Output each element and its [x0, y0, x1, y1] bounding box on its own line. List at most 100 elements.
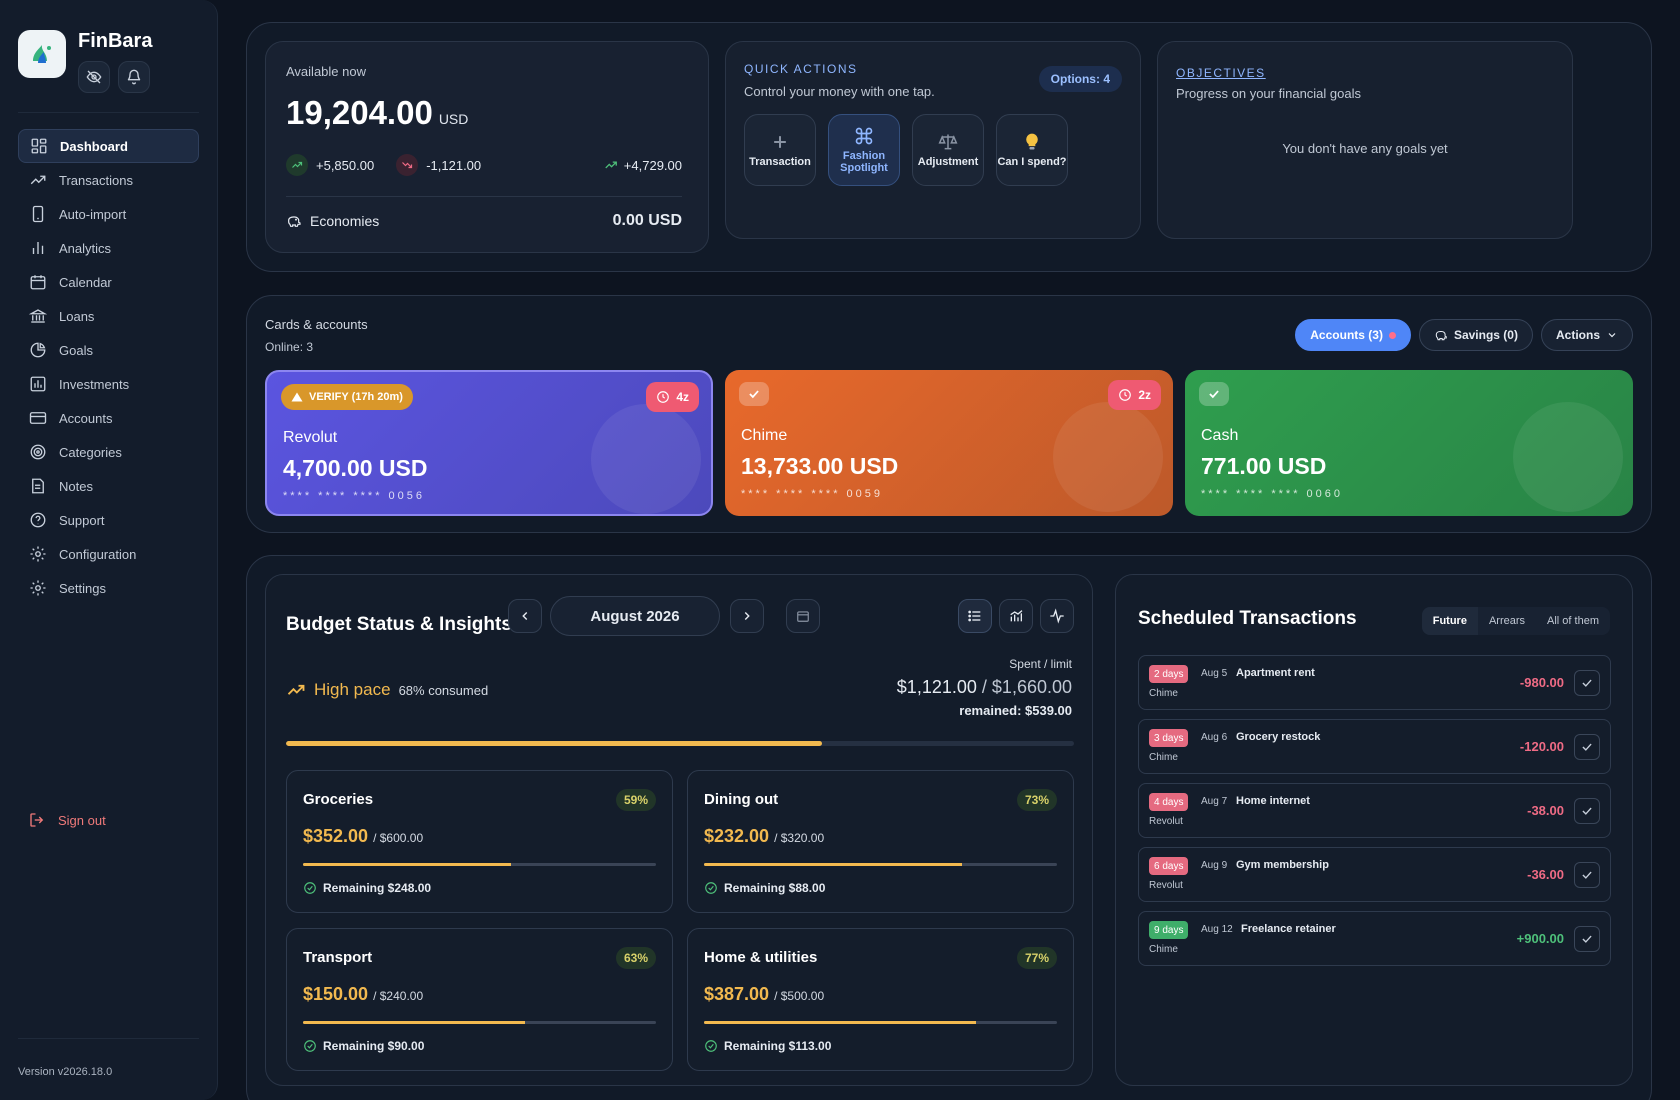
objectives-title[interactable]: OBJECTIVES — [1176, 66, 1266, 80]
tab-future[interactable]: Future — [1421, 607, 1478, 635]
hide-balance-button[interactable] — [78, 61, 110, 93]
tab-savings[interactable]: Savings (0) — [1418, 319, 1533, 351]
month-selector[interactable]: August 2026 — [550, 596, 720, 636]
spent-separator: / — [981, 677, 987, 697]
check-circle-icon — [705, 1040, 717, 1052]
category-progress-bar — [704, 1021, 1057, 1024]
transaction-date: Aug 6 — [1201, 732, 1228, 743]
account-card-cash[interactable]: Cash 771.00 USD **** **** **** 0060 — [1185, 370, 1633, 516]
category-card-home-utilities[interactable]: Home & utilities 77% $387.00 / $500.00 R… — [687, 928, 1074, 1071]
tab-arrears[interactable]: Arrears — [1478, 607, 1536, 635]
notifications-button[interactable] — [118, 61, 150, 93]
verify-badge[interactable]: VERIFY (17h 20m) — [281, 384, 413, 410]
scheduled-transaction-row[interactable]: 4 days Aug 7 Home internet Revolut -38.00 — [1138, 783, 1611, 838]
chevron-right-icon — [744, 612, 750, 620]
sign-out-button[interactable]: Sign out — [28, 811, 106, 829]
quick-actions-subtitle: Control your money with one tap. — [744, 84, 935, 99]
pie-icon — [30, 342, 46, 358]
sidebar-item-accounts[interactable]: Accounts — [18, 401, 199, 435]
tab-all[interactable]: All of them — [1536, 607, 1610, 635]
sidebar-item-analytics[interactable]: Analytics — [18, 231, 199, 265]
sidebar-item-notes[interactable]: Notes — [18, 469, 199, 503]
quick-actions-list: Transaction Fashion Spotlight Adjustment… — [744, 114, 1068, 186]
notes-icon — [32, 478, 44, 494]
help-icon — [30, 512, 46, 528]
analytics-icon — [32, 242, 44, 254]
pending-badge[interactable]: 4z — [646, 382, 699, 412]
sidebar-item-configuration[interactable]: Configuration — [18, 537, 199, 571]
list-view-button[interactable] — [958, 599, 992, 633]
sidebar-item-label: Notes — [59, 478, 93, 494]
sidebar-item-categories[interactable]: Categories — [18, 435, 199, 469]
chart-view-button[interactable] — [999, 599, 1033, 633]
accounts-panel: Cards & accounts Online: 3 Accounts (3) … — [246, 295, 1652, 533]
adjustment-button[interactable]: Adjustment — [912, 114, 984, 186]
sidebar-item-label: Dashboard — [60, 138, 128, 154]
card-icon — [29, 412, 47, 424]
scheduled-transaction-row[interactable]: 9 days Aug 12 Freelance retainer Chime +900.… — [1138, 911, 1611, 966]
sidebar-item-transactions[interactable]: Transactions — [18, 163, 199, 197]
app-logo[interactable] — [18, 30, 66, 78]
scale-icon — [938, 134, 958, 150]
category-amount: $150.00 / $240.00 — [303, 984, 423, 1005]
list-icon — [968, 610, 981, 622]
accounts-title: Cards & accounts — [265, 317, 368, 332]
next-month-button[interactable] — [730, 599, 764, 633]
due-badge: 2 days — [1149, 665, 1189, 683]
sidebar-item-label: Investments — [59, 376, 130, 392]
transaction-amount: -120.00 — [1519, 739, 1564, 754]
account-card-chime[interactable]: 2z Chime 13,733.00 USD **** **** **** 00… — [725, 370, 1173, 516]
sidebar-item-settings[interactable]: Settings — [18, 571, 199, 605]
scheduled-transaction-row[interactable]: 3 days Aug 6 Grocery restock Chime -120.00 — [1138, 719, 1611, 774]
check-icon — [1582, 679, 1592, 687]
transaction-account: Revolut — [1149, 816, 1183, 827]
confirm-transaction-button[interactable] — [1574, 926, 1600, 952]
category-card-dining-out[interactable]: Dining out 73% $232.00 / $320.00 Remaini… — [687, 770, 1074, 913]
tab-label: Savings (0) — [1453, 328, 1518, 342]
economies-row[interactable]: Economies 0.00 USD — [286, 212, 682, 230]
sidebar-item-support[interactable]: Support — [18, 503, 199, 537]
balance-card: Available now 19,204.00 USD +5,850.00 -1,… — [265, 41, 709, 253]
remaining-label: Remaining $248.00 — [323, 881, 432, 895]
sidebar-item-loans[interactable]: Loans — [18, 299, 199, 333]
can-i-spend-button[interactable]: Can I spend? — [996, 114, 1068, 186]
brand-name: FinBara — [78, 30, 153, 52]
account-card-revolut[interactable]: VERIFY (17h 20m) 4z Revolut 4,700.00 USD… — [265, 370, 713, 516]
sidebar-item-auto-import[interactable]: Auto-import — [18, 197, 199, 231]
account-name: Revolut — [283, 429, 338, 446]
sidebar-item-calendar[interactable]: Calendar — [18, 265, 199, 299]
confirm-transaction-button[interactable] — [1574, 670, 1600, 696]
account-balance: 13,733.00 USD — [741, 453, 899, 479]
dropdown-label: Actions — [1555, 328, 1600, 342]
actions-dropdown[interactable]: Actions — [1540, 319, 1633, 351]
category-card-transport[interactable]: Transport 63% $150.00 / $240.00 Remainin… — [286, 928, 673, 1071]
pending-badge[interactable]: 2z — [1108, 380, 1161, 410]
scheduled-transaction-row[interactable]: 6 days Aug 9 Gym membership Revolut -36.00 — [1138, 847, 1611, 902]
pending-label: 2z — [1138, 388, 1151, 402]
confirm-transaction-button[interactable] — [1574, 734, 1600, 760]
category-card-groceries[interactable]: Groceries 59% $352.00 / $600.00 Remainin… — [286, 770, 673, 913]
transaction-date: Aug 9 — [1201, 860, 1228, 871]
confirm-transaction-button[interactable] — [1574, 862, 1600, 888]
transaction-description: Home internet — [1236, 795, 1310, 807]
confirm-transaction-button[interactable] — [1574, 798, 1600, 824]
action-label: Adjustment — [917, 156, 979, 168]
pick-date-button[interactable] — [786, 599, 820, 633]
sidebar-item-investments[interactable]: Investments — [18, 367, 199, 401]
economies-label: Economies — [310, 213, 380, 229]
economies-value: 0.00 USD — [612, 212, 682, 229]
pulse-view-button[interactable] — [1040, 599, 1074, 633]
scheduled-transaction-row[interactable]: 2 days Aug 5 Apartment rent Chime -980.00 — [1138, 655, 1611, 710]
spent-summary: Spent / limit $1,121.00 / $1,660.00 rema… — [897, 657, 1072, 718]
sidebar-item-dashboard[interactable]: Dashboard — [18, 129, 199, 163]
sidebar-item-goals[interactable]: Goals — [18, 333, 199, 367]
tab-label: Accounts (3) — [1310, 328, 1383, 342]
tab-accounts[interactable]: Accounts (3) — [1295, 319, 1411, 351]
prev-month-button[interactable] — [508, 599, 542, 633]
pace-consumed: 68% consumed — [398, 682, 489, 698]
fashion-spotlight-button[interactable]: Fashion Spotlight — [828, 114, 900, 186]
new-transaction-button[interactable]: Transaction — [744, 114, 816, 186]
brand: FinBara — [18, 30, 152, 93]
sidebar-divider — [18, 1038, 199, 1039]
objectives-card: OBJECTIVES Progress on your financial go… — [1157, 41, 1573, 239]
